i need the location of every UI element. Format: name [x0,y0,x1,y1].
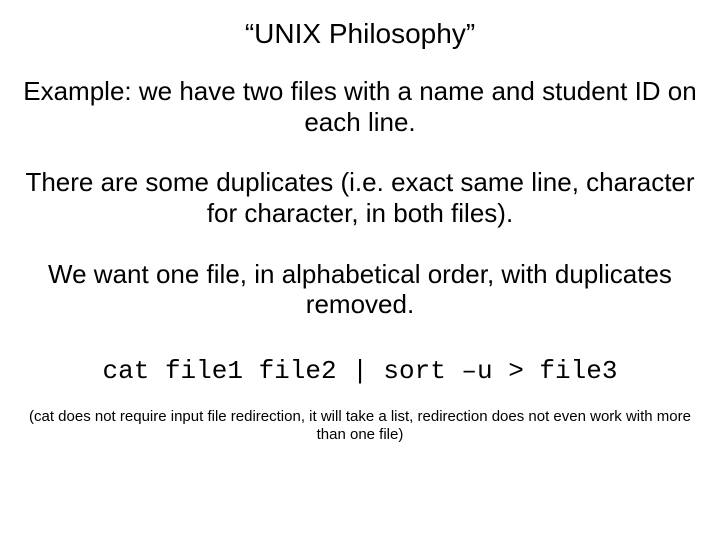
slide-title: “UNIX Philosophy” [20,18,700,50]
paragraph-duplicates: There are some duplicates (i.e. exact sa… [20,167,700,228]
paragraph-example: Example: we have two files with a name a… [20,76,700,137]
slide: “UNIX Philosophy” Example: we have two f… [0,0,720,540]
paragraph-goal: We want one file, in alphabetical order,… [20,259,700,320]
footnote-text: (cat does not require input file redirec… [20,408,700,444]
command-line: cat file1 file2 | sort –u > file3 [20,356,700,386]
